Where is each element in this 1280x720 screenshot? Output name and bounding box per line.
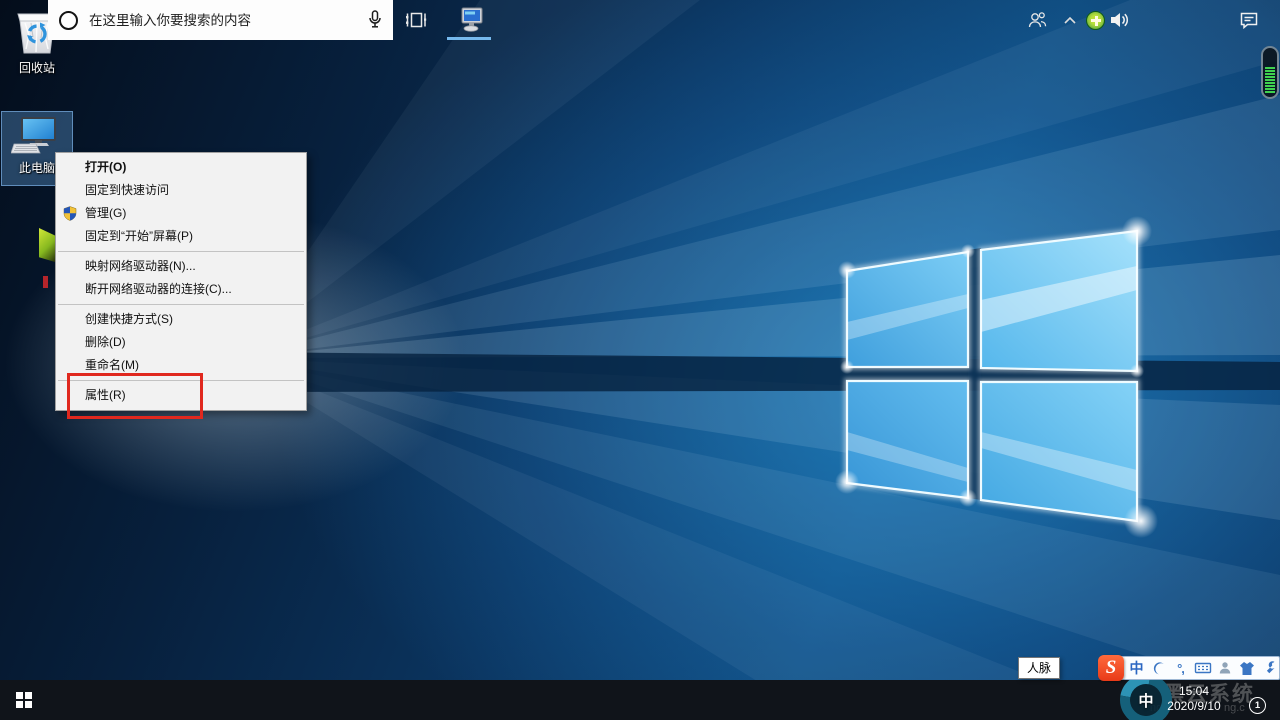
ime-punctuation-icon[interactable]: °, — [1171, 657, 1190, 679]
notification-count-badge[interactable]: 1 — [1249, 697, 1266, 714]
taskbar-clock[interactable]: 15:04 2020/9/10 — [1158, 684, 1230, 716]
menu-item-manage[interactable]: 管理(G) — [56, 202, 306, 225]
menu-item-open[interactable]: 打开(O) — [56, 156, 306, 179]
action-center-button[interactable] — [1232, 0, 1266, 40]
menu-separator — [58, 251, 304, 252]
menu-item-map-network-drive[interactable]: 映射网络驱动器(N)... — [56, 255, 306, 278]
people-icon — [1028, 12, 1046, 28]
people-tray-button[interactable] — [1018, 0, 1056, 40]
people-tooltip: 人脉 — [1018, 657, 1061, 679]
task-view-button[interactable] — [393, 0, 439, 40]
task-view-icon — [406, 12, 427, 28]
ime-skin-icon[interactable] — [1237, 657, 1256, 679]
show-hidden-icons-button[interactable] — [1058, 0, 1082, 40]
computer-icon — [461, 7, 483, 32]
windows-logo-icon — [15, 691, 33, 709]
clock-time: 15:04 — [1178, 684, 1210, 698]
ime-fullwidth-moon-icon[interactable] — [1149, 657, 1168, 679]
taskbar-computer-shortcut[interactable] — [442, 0, 496, 40]
ime-account-icon[interactable] — [1215, 657, 1234, 679]
recycle-bin-label: 回收站 — [18, 61, 55, 75]
ime-settings-wrench-icon[interactable] — [1259, 657, 1278, 679]
search-input[interactable] — [87, 11, 357, 29]
context-menu: 打开(O) 固定到快速访问 管理(G) 固定到“开始”屏幕(P) 映射网络驱动器… — [55, 152, 307, 411]
menu-item-create-shortcut[interactable]: 创建快捷方式(S) — [56, 308, 306, 331]
speaker-icon — [1110, 13, 1128, 27]
menu-item-disconnect-network-drive[interactable]: 断开网络驱动器的连接(C)... — [56, 278, 306, 301]
menu-item-delete[interactable]: 删除(D) — [56, 331, 306, 354]
antivirus-tray-button[interactable] — [1083, 0, 1108, 40]
this-pc-label: 此电脑 — [18, 161, 55, 175]
menu-item-properties[interactable]: 属性(R) — [56, 384, 306, 407]
volume-osd — [1261, 46, 1279, 99]
cortana-circle-icon[interactable] — [59, 10, 78, 30]
windows-desktop: 回收站 此电脑 打开(O) 固定到快速访问 管理(G) 固定到“开始”屏幕(P) — [0, 0, 1280, 720]
ime-soft-keyboard-icon[interactable] — [1193, 657, 1212, 679]
desktop-icon-partially-hidden-red — [43, 276, 48, 288]
taskbar-search-box[interactable] — [48, 0, 393, 40]
sogou-ime-toolbar: S 中 °, — [1098, 655, 1280, 681]
volume-tray-button[interactable] — [1106, 0, 1132, 40]
taskbar — [0, 680, 1280, 720]
sogou-logo-icon[interactable]: S — [1098, 655, 1124, 681]
menu-item-pin-start[interactable]: 固定到“开始”屏幕(P) — [56, 225, 306, 248]
running-app-indicator — [447, 37, 491, 40]
clock-date: 2020/9/10 — [1167, 699, 1221, 713]
this-pc-icon — [11, 117, 56, 154]
notification-icon — [1240, 12, 1258, 30]
ime-chinese-mode-icon[interactable]: 中 — [1127, 657, 1146, 679]
menu-separator — [58, 380, 304, 381]
menu-separator — [58, 304, 304, 305]
menu-item-pin-quick-access[interactable]: 固定到快速访问 — [56, 179, 306, 202]
uac-shield-icon — [63, 206, 77, 221]
menu-item-rename[interactable]: 重命名(M) — [56, 354, 306, 377]
antivirus-icon — [1086, 10, 1105, 30]
chevron-up-icon — [1064, 16, 1076, 24]
start-button[interactable] — [0, 680, 48, 720]
microphone-icon[interactable] — [367, 9, 383, 31]
